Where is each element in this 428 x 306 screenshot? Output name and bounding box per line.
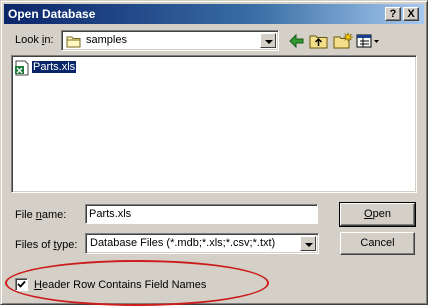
file-list[interactable]: Parts.xls — [11, 55, 417, 193]
excel-file-icon — [14, 60, 30, 79]
files-of-type-dropdown[interactable]: Database Files (*.mdb;*.xls;*.csv;*.txt) — [85, 233, 319, 254]
highlight-oval — [5, 260, 269, 306]
look-in-label: Look in: — [15, 34, 54, 46]
window-title: Open Database — [8, 7, 96, 21]
look-in-dropdown-arrow[interactable] — [260, 33, 276, 48]
look-in-dropdown[interactable]: samples — [61, 30, 279, 51]
chevron-down-icon — [265, 40, 273, 44]
chevron-down-icon — [305, 243, 313, 247]
file-name-label: File name: — [15, 209, 67, 221]
open-button[interactable]: Open — [339, 202, 416, 227]
help-button[interactable]: ? — [385, 7, 401, 21]
title-bar[interactable]: Open Database ? X — [4, 4, 424, 24]
cancel-button[interactable]: Cancel — [340, 232, 415, 255]
files-of-type-label: Files of type: — [15, 239, 78, 251]
files-of-type-value: Database Files (*.mdb;*.xls;*.csv;*.txt) — [90, 237, 276, 249]
file-name-input[interactable] — [85, 204, 318, 224]
open-database-dialog: Open Database ? X Look in: samples Parts… — [0, 0, 428, 306]
close-button[interactable]: X — [403, 7, 419, 21]
view-menu-icon[interactable] — [355, 31, 381, 51]
back-arrow-icon[interactable] — [286, 31, 308, 51]
look-in-value: samples — [86, 34, 127, 46]
folder-icon — [66, 35, 82, 51]
files-of-type-dropdown-arrow[interactable] — [300, 236, 316, 251]
file-name: Parts.xls — [32, 61, 77, 73]
new-folder-icon[interactable] — [332, 31, 354, 51]
up-folder-icon[interactable] — [308, 31, 330, 51]
